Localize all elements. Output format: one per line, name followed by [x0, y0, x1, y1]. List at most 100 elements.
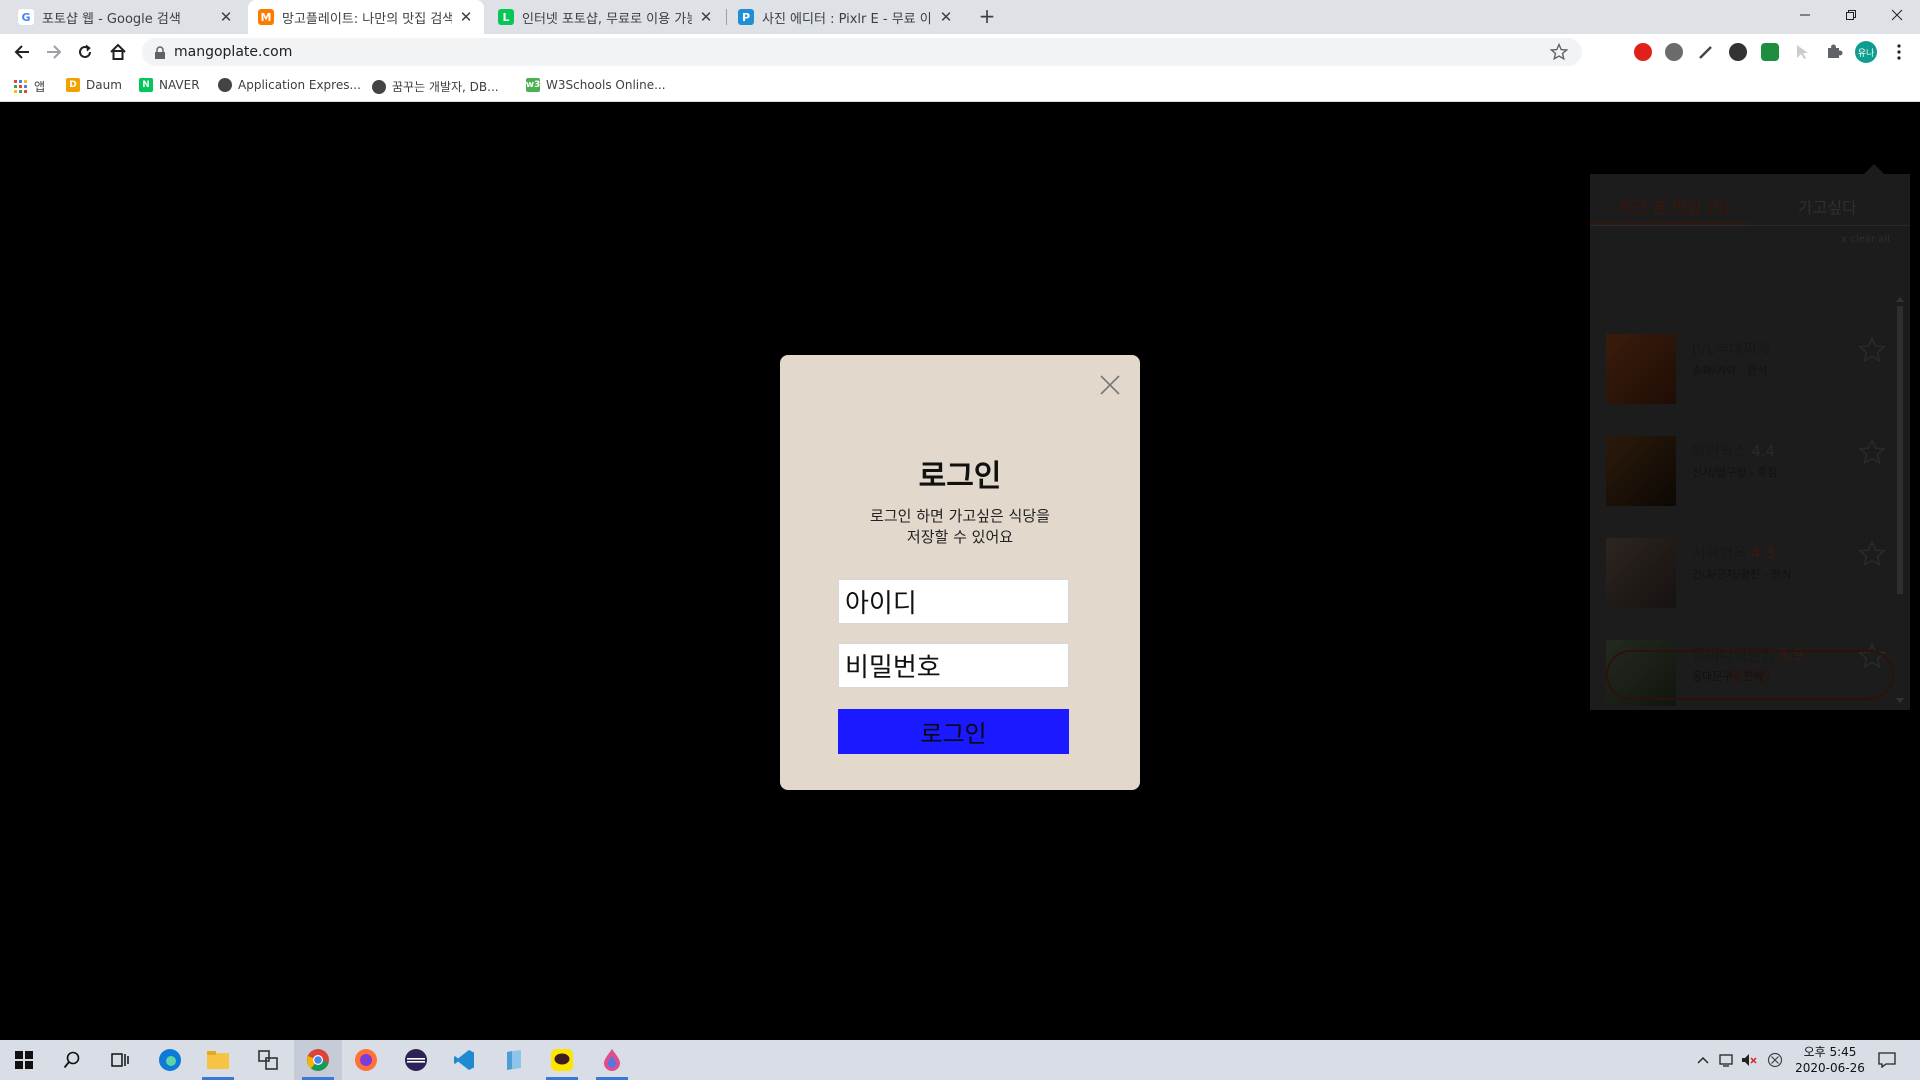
panel-divider	[1590, 225, 1910, 226]
tab-title: 인터넷 포토샵, 무료로 이용 가능	[522, 11, 692, 27]
tab-recent[interactable]: 최근 본 맛집 (5)	[1618, 194, 1730, 218]
recent-item[interactable]: 와인웍스 4.4 신사/압구정 - 주점	[1606, 436, 1886, 508]
restaurant-photo	[1606, 436, 1676, 506]
firefox-icon[interactable]	[342, 1040, 390, 1080]
extensions-puzzle-icon[interactable]	[1825, 43, 1843, 61]
bookmark-apps[interactable]: 앱	[14, 78, 45, 95]
restaurant-name: JVL부대찌개	[1692, 340, 1771, 358]
back-icon[interactable]	[10, 40, 34, 64]
notification-off-icon[interactable]	[1766, 1051, 1784, 1069]
password-field[interactable]: 비밀번호	[838, 643, 1069, 688]
home-icon[interactable]	[106, 40, 130, 64]
id-field[interactable]: 아이디	[838, 579, 1069, 624]
clock-date[interactable]: 2020-06-26	[1790, 1061, 1870, 1075]
tab-title: 사진 에디터 : Pixlr E - 무료 이미	[762, 11, 932, 27]
shield-extension-icon[interactable]	[1761, 43, 1779, 61]
clear-all-link[interactable]: x clear all	[1841, 234, 1890, 245]
lock-icon[interactable]	[154, 45, 166, 64]
panel-login-button[interactable]: 로그인	[1606, 650, 1894, 700]
paint-icon[interactable]	[588, 1040, 636, 1080]
close-icon[interactable]: ✕	[938, 8, 954, 26]
close-icon[interactable]	[1874, 0, 1920, 30]
clock-time[interactable]: 오후 5:45	[1790, 1043, 1870, 1060]
modal-description: 로그인 하면 가고싶은 식당을 저장할 수 있어요	[870, 507, 1050, 546]
restaurant-photo	[1606, 334, 1676, 404]
minimize-icon[interactable]	[1782, 0, 1828, 30]
close-icon[interactable]: ✕	[218, 8, 234, 26]
edge-icon[interactable]	[146, 1040, 194, 1080]
tab-title: 포토샵 웹 - Google 검색	[42, 11, 181, 27]
tab-separator	[726, 9, 727, 25]
bookmark-label: Application Expres...	[238, 78, 361, 92]
wishlist-star-icon[interactable]	[1858, 438, 1886, 466]
bookmark-label: 꿈꾸는 개발자, DB...	[392, 80, 499, 94]
network-icon[interactable]	[1718, 1051, 1736, 1069]
restaurant-category: 건대/군자/광진 - 한식	[1692, 568, 1792, 581]
recent-item[interactable]: JVL부대찌개 송파/가락 - 한식	[1606, 334, 1886, 406]
chrome-icon[interactable]	[294, 1040, 342, 1080]
apps-grid-icon	[14, 79, 28, 94]
pixlr-icon: P	[738, 9, 754, 25]
browser-tab-mangoplate[interactable]: M 망고플레이트: 나만의 맛집 검색 ✕	[248, 0, 484, 34]
maximize-icon[interactable]	[1828, 0, 1874, 30]
opera-extension-icon[interactable]	[1634, 43, 1652, 61]
action-center-icon[interactable]	[1878, 1051, 1896, 1069]
menu-kebab-icon[interactable]	[1890, 43, 1908, 61]
bookmark-label: W3Schools Online...	[546, 78, 666, 92]
bookmark-naver[interactable]: N NAVER	[139, 78, 200, 92]
windows-app-icon[interactable]	[244, 1040, 292, 1080]
wishlist-star-icon[interactable]	[1858, 336, 1886, 364]
naver-icon: N	[139, 78, 153, 92]
profile-avatar[interactable]: 유나	[1855, 41, 1877, 63]
bookmark-star-icon[interactable]	[1549, 42, 1569, 65]
cursor-extension-icon[interactable]	[1793, 43, 1811, 61]
restaurant-name: 와인웍스 4.4	[1692, 442, 1776, 460]
bookmark-label: 앱	[34, 80, 46, 94]
line-app-icon: L	[498, 9, 514, 25]
login-submit-button[interactable]: 로그인	[838, 709, 1069, 754]
vscode-icon[interactable]	[440, 1040, 488, 1080]
browser-tab-pixlr[interactable]: P 사진 에디터 : Pixlr E - 무료 이미 ✕	[728, 0, 964, 34]
reload-icon[interactable]	[73, 40, 97, 64]
kakaotalk-icon[interactable]	[538, 1040, 586, 1080]
globe-icon	[372, 79, 386, 94]
address-bar[interactable]: mangoplate.com	[142, 38, 1582, 66]
bookmark-dev-blog[interactable]: 꿈꾸는 개발자, DB...	[372, 78, 499, 95]
file-explorer-icon[interactable]	[194, 1040, 242, 1080]
browser-tab-line[interactable]: L 인터넷 포토샵, 무료로 이용 가능 ✕	[488, 0, 724, 34]
windows-start-icon[interactable]	[0, 1040, 48, 1080]
eyedropper-extension-icon[interactable]	[1697, 43, 1715, 61]
search-icon[interactable]	[48, 1040, 96, 1080]
tab-strip: G 포토샵 웹 - Google 검색 ✕ M 망고플레이트: 나만의 맛집 검…	[0, 0, 1920, 34]
volume-muted-icon[interactable]	[1740, 1051, 1758, 1069]
page-overlay[interactable]: 최근 본 맛집 (5) 가고싶다 x clear all JVL부대찌개 송파/…	[0, 102, 1920, 1040]
browser-tab-google[interactable]: G 포토샵 웹 - Google 검색 ✕	[8, 0, 244, 34]
daum-icon: D	[66, 78, 80, 92]
restaurant-photo	[1606, 538, 1676, 608]
close-icon[interactable]	[1096, 371, 1124, 399]
forward-icon[interactable]	[42, 40, 66, 64]
chevron-up-icon[interactable]	[1694, 1051, 1712, 1069]
panel-scrollbar[interactable]	[1894, 296, 1906, 704]
notepad-icon[interactable]	[490, 1040, 538, 1080]
recent-item[interactable]: 서북면옥 4.3 건대/군자/광진 - 한식	[1606, 538, 1886, 610]
restaurant-name: 서북면옥 4.3	[1692, 544, 1776, 562]
bookmark-label: Daum	[86, 78, 122, 92]
globe-icon	[218, 78, 232, 92]
new-tab-button[interactable]: +	[976, 6, 998, 28]
bookmark-application-express[interactable]: Application Expres...	[218, 78, 361, 92]
url-text[interactable]: mangoplate.com	[174, 44, 292, 60]
recent-restaurants-panel: 최근 본 맛집 (5) 가고싶다 x clear all JVL부대찌개 송파/…	[1590, 174, 1910, 710]
bookmark-w3schools[interactable]: w3 W3Schools Online...	[526, 78, 666, 92]
bookmark-label: NAVER	[159, 78, 200, 92]
wishlist-star-icon[interactable]	[1858, 540, 1886, 568]
close-icon[interactable]: ✕	[458, 8, 474, 26]
spy-extension-icon[interactable]	[1729, 43, 1747, 61]
close-icon[interactable]: ✕	[698, 8, 714, 26]
tab-wishlist[interactable]: 가고싶다	[1798, 194, 1857, 218]
bookmark-daum[interactable]: D Daum	[66, 78, 122, 92]
cookie-extension-icon[interactable]	[1665, 43, 1683, 61]
tab-title: 망고플레이트: 나만의 맛집 검색	[282, 11, 452, 27]
eclipse-icon[interactable]	[392, 1040, 440, 1080]
task-view-icon[interactable]	[96, 1040, 144, 1080]
